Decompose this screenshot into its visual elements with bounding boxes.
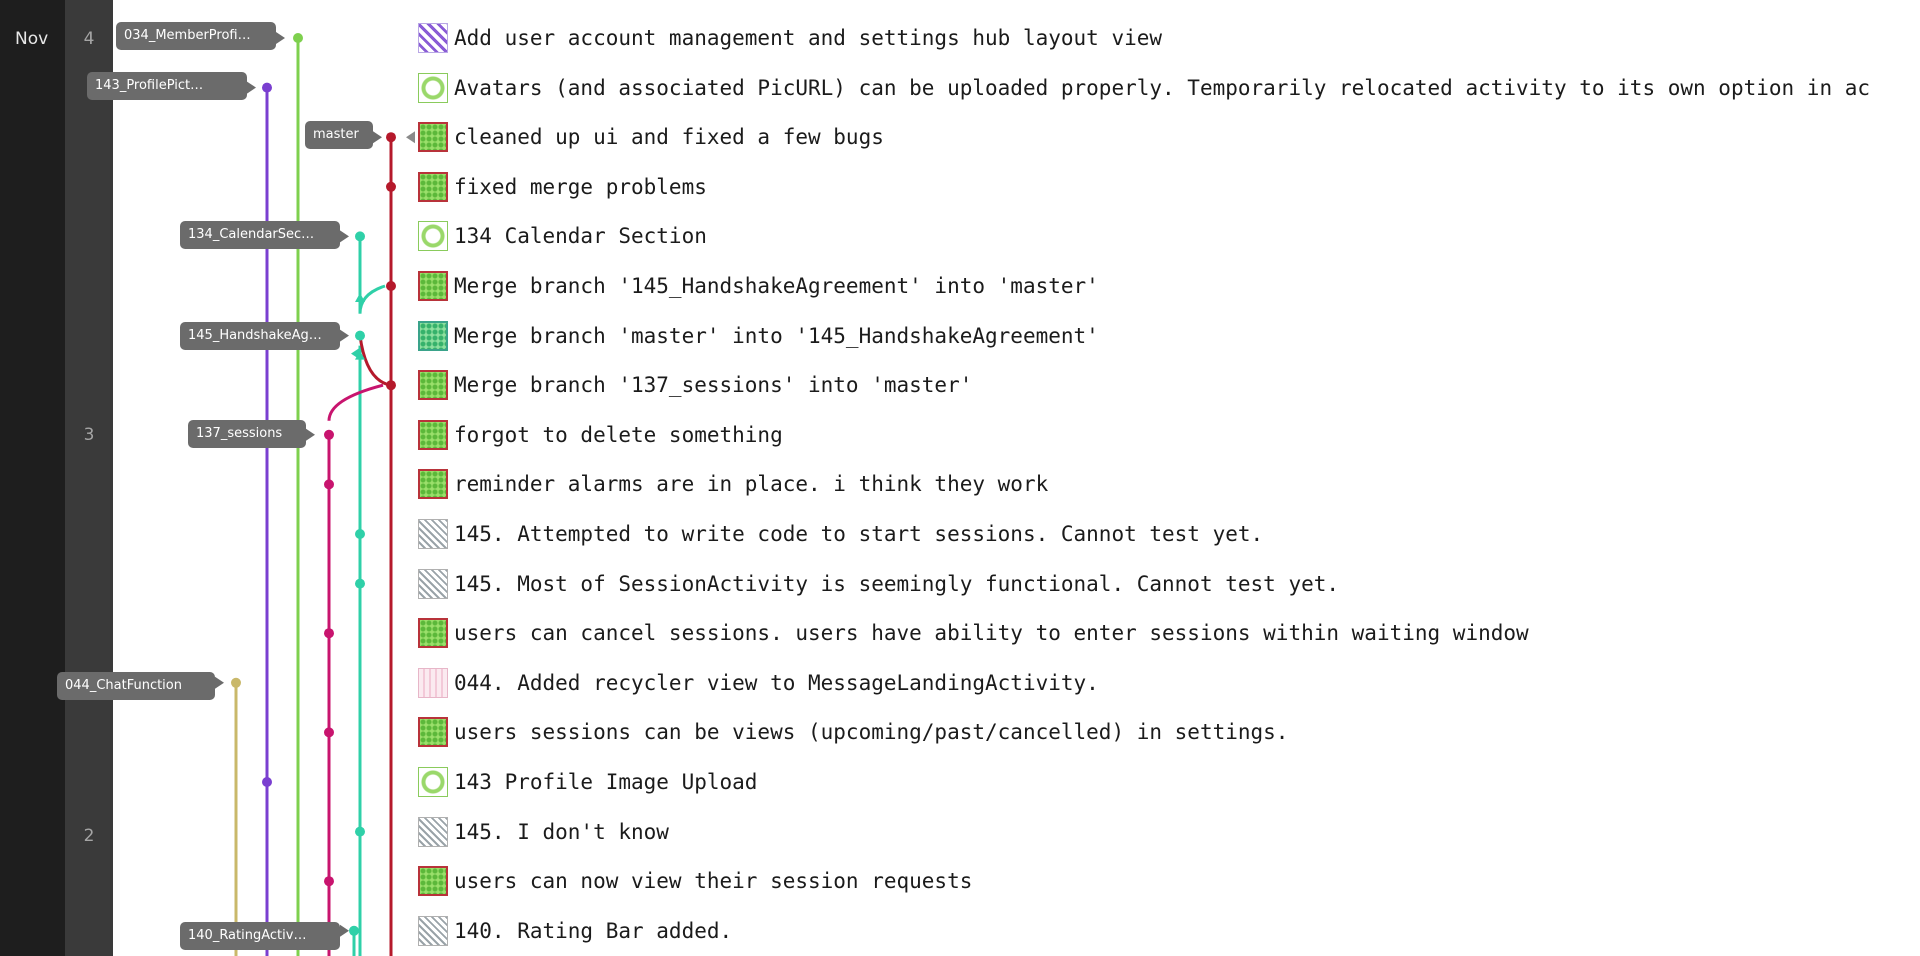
green-teal-avatar bbox=[418, 320, 448, 351]
branch-tag-137-sessions[interactable]: 137_sessions bbox=[188, 420, 306, 448]
commit-message: cleaned up ui and fixed a few bugs bbox=[454, 125, 884, 150]
commit-message: Merge branch '137_sessions' into 'master… bbox=[454, 373, 973, 398]
branch-pointer-arrow bbox=[215, 676, 224, 689]
commit-node[interactable] bbox=[262, 82, 272, 93]
commit-node[interactable] bbox=[349, 925, 359, 936]
commit-row[interactable]: 145. I don't know bbox=[418, 809, 1920, 855]
branch-tag-134-calendarsection[interactable]: 134_CalendarSec… bbox=[180, 221, 340, 249]
commit-node[interactable] bbox=[293, 33, 303, 43]
commit-message: Add user account management and settings… bbox=[454, 26, 1163, 50]
commit-message: forgot to delete something bbox=[454, 422, 783, 447]
branch-tag-034-memberprofile[interactable]: 034_MemberProfi… bbox=[116, 22, 276, 50]
branch-pointer-arrow bbox=[247, 81, 256, 94]
green-grid-avatar bbox=[418, 171, 448, 202]
commit-row[interactable]: Merge branch '145_HandshakeAgreement' in… bbox=[418, 263, 1920, 309]
branch-pointer-arrow bbox=[340, 230, 349, 243]
branch-tag-145-handshakeagreement[interactable]: 145_HandshakeAg… bbox=[180, 322, 340, 350]
commit-row[interactable]: cleaned up ui and fixed a few bugs bbox=[418, 114, 1920, 160]
commit-node[interactable] bbox=[355, 529, 365, 539]
green-grid-avatar bbox=[418, 717, 448, 748]
green-ring-avatar bbox=[418, 221, 448, 252]
commit-row[interactable]: 145. Attempted to write code to start se… bbox=[418, 511, 1920, 557]
commit-message: Merge branch 'master' into '145_Handshak… bbox=[454, 323, 1099, 348]
commit-message: users can now view their session request… bbox=[454, 869, 973, 894]
commit-row[interactable]: users sessions can be views (upcoming/pa… bbox=[418, 709, 1920, 755]
commit-row[interactable]: 143 Profile Image Upload bbox=[418, 759, 1920, 805]
green-grid-avatar bbox=[418, 370, 448, 401]
green-grid-avatar bbox=[418, 271, 448, 301]
branch-pointer-arrow bbox=[340, 924, 349, 937]
green-grid-avatar bbox=[418, 469, 448, 500]
commit-row[interactable]: 044. Added recycler view to MessageLandi… bbox=[418, 660, 1920, 706]
commit-node[interactable] bbox=[324, 429, 334, 440]
commit-row[interactable]: 140. Rating Bar added. bbox=[418, 908, 1920, 954]
commit-node[interactable] bbox=[231, 677, 241, 688]
green-ring-avatar bbox=[418, 72, 448, 103]
commit-row[interactable]: users can cancel sessions. users have ab… bbox=[418, 610, 1920, 656]
merge-arrow-up bbox=[355, 293, 365, 302]
gray-pattern-avatar bbox=[418, 519, 448, 549]
green-grid-avatar bbox=[418, 618, 448, 649]
commit-node[interactable] bbox=[355, 330, 365, 341]
commit-message: users sessions can be views (upcoming/pa… bbox=[454, 720, 1289, 745]
green-grid-avatar bbox=[418, 419, 448, 450]
green-ring-avatar bbox=[418, 767, 448, 797]
merge-connector-magenta bbox=[327, 383, 384, 421]
commit-message: 044. Added recycler view to MessageLandi… bbox=[454, 670, 1099, 695]
branch-pointer-arrow bbox=[373, 131, 382, 144]
commit-node[interactable] bbox=[386, 132, 396, 143]
merge-connector-red bbox=[358, 335, 392, 387]
commit-message: Merge branch '145_HandshakeAgreement' in… bbox=[454, 274, 1099, 298]
commit-node[interactable] bbox=[355, 231, 365, 242]
commit-row[interactable]: 145. Most of SessionActivity is seemingl… bbox=[418, 561, 1920, 607]
commit-row[interactable]: reminder alarms are in place. i think th… bbox=[418, 461, 1920, 507]
commit-node[interactable] bbox=[324, 727, 334, 738]
gray-pattern-avatar bbox=[418, 915, 448, 946]
commit-history-view: Nov 4 3 2 034_MemberProfi… 143_ProfilePi… bbox=[0, 0, 1920, 956]
branch-pointer-arrow bbox=[340, 329, 349, 342]
commit-message: users can cancel sessions. users have ab… bbox=[454, 621, 1529, 646]
branch-pointer-arrow bbox=[306, 428, 315, 441]
green-grid-avatar bbox=[418, 122, 448, 153]
commit-row[interactable]: Merge branch 'master' into '145_Handshak… bbox=[418, 313, 1920, 359]
branch-tag-master[interactable]: master bbox=[305, 121, 373, 149]
commit-node[interactable] bbox=[355, 826, 365, 837]
pink-pattern-avatar bbox=[418, 667, 448, 698]
gray-pattern-avatar bbox=[418, 816, 448, 847]
commit-message: 145. I don't know bbox=[454, 819, 669, 844]
green-grid-avatar bbox=[418, 866, 448, 897]
commit-message: 140. Rating Bar added. bbox=[454, 918, 733, 943]
commit-message: 134 Calendar Section bbox=[454, 224, 707, 249]
commit-node[interactable] bbox=[355, 578, 365, 589]
commit-node[interactable] bbox=[262, 777, 272, 787]
commit-message: reminder alarms are in place. i think th… bbox=[454, 472, 1049, 497]
commit-message: 145. Most of SessionActivity is seemingl… bbox=[454, 571, 1340, 596]
commit-message: 145. Attempted to write code to start se… bbox=[454, 522, 1264, 546]
commit-message: Avatars (and associated PicURL) can be u… bbox=[454, 75, 1871, 100]
commit-row[interactable]: Merge branch '137_sessions' into 'master… bbox=[418, 362, 1920, 408]
gray-pattern-avatar bbox=[418, 568, 448, 599]
commit-row[interactable]: Add user account management and settings… bbox=[418, 15, 1920, 61]
branch-tag-044-chatfunction[interactable]: 044_ChatFunction bbox=[57, 672, 215, 700]
branch-tag-140-ratingactivity[interactable]: 140_RatingActiv… bbox=[180, 922, 340, 950]
commit-row[interactable]: Avatars (and associated PicURL) can be u… bbox=[418, 65, 1920, 111]
purple-pattern-avatar bbox=[418, 23, 448, 53]
commit-node[interactable] bbox=[386, 181, 396, 192]
commit-row[interactable]: forgot to delete something bbox=[418, 412, 1920, 458]
commit-row[interactable]: users can now view their session request… bbox=[418, 858, 1920, 904]
branch-tag-143-profilepicture[interactable]: 143_ProfilePict… bbox=[87, 72, 247, 100]
commit-node[interactable] bbox=[386, 281, 396, 291]
commit-row[interactable]: fixed merge problems bbox=[418, 164, 1920, 210]
commit-message: fixed merge problems bbox=[454, 174, 707, 199]
branch-pointer-arrow bbox=[406, 131, 415, 144]
commit-node[interactable] bbox=[324, 876, 334, 887]
commit-node[interactable] bbox=[386, 380, 396, 391]
commit-node[interactable] bbox=[324, 628, 334, 639]
commit-node[interactable] bbox=[324, 479, 334, 490]
commit-row[interactable]: 134 Calendar Section bbox=[418, 213, 1920, 259]
branch-pointer-arrow bbox=[276, 32, 285, 44]
commit-message: 143 Profile Image Upload bbox=[454, 770, 758, 794]
